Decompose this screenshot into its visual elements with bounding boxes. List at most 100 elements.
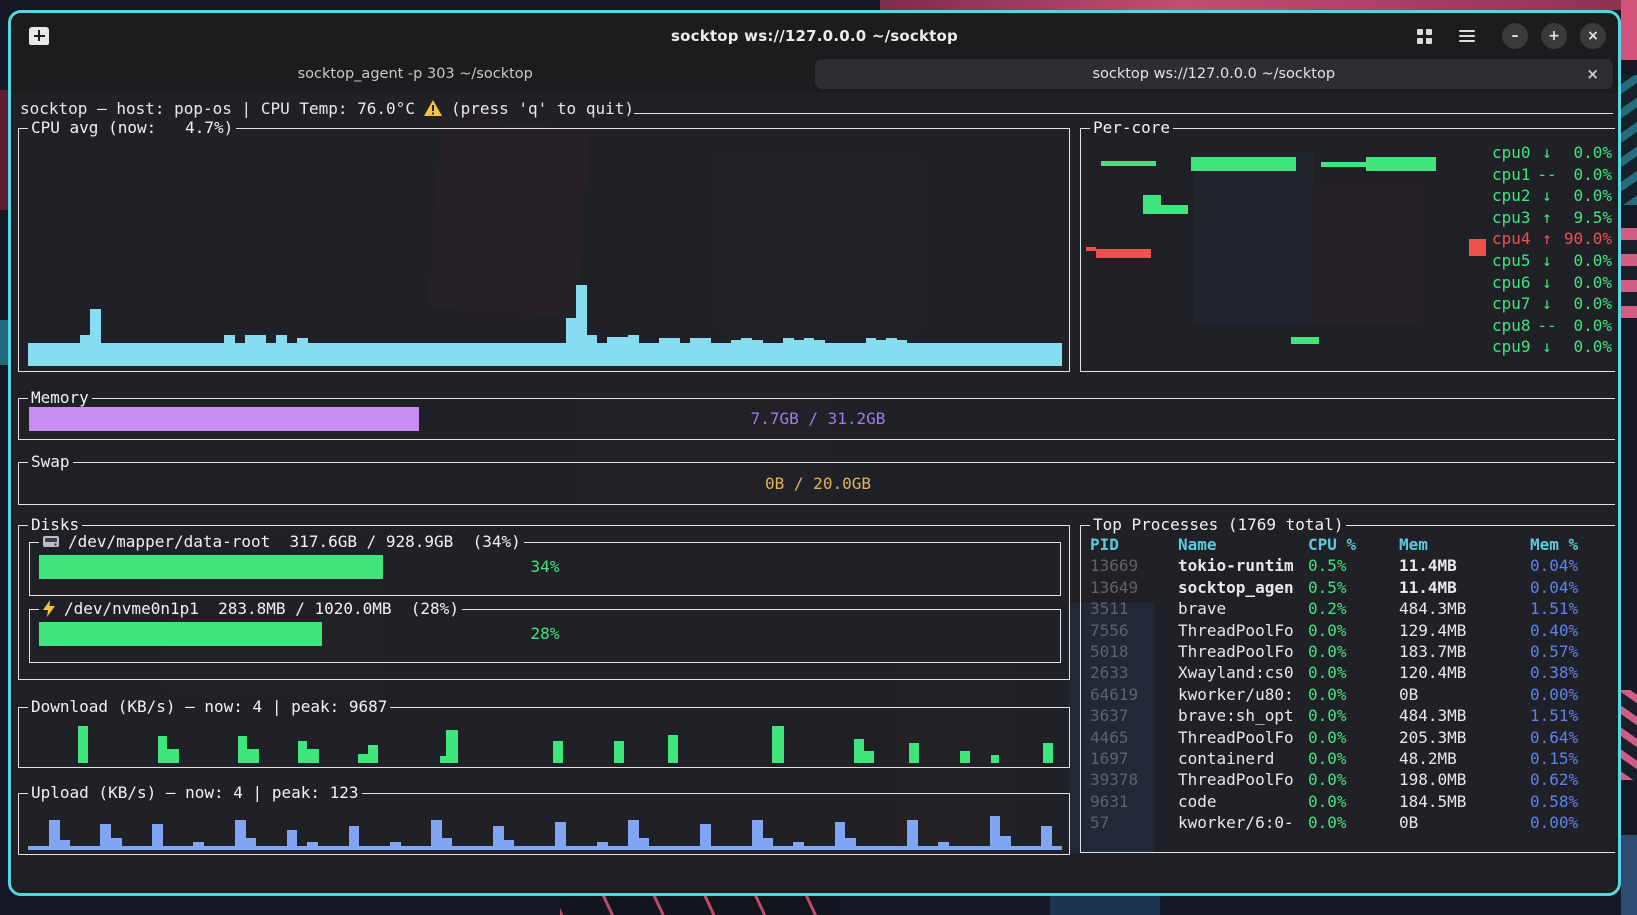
process-row[interactable]: 5018ThreadPoolFo0.0%183.7MB0.57% [1090, 641, 1611, 662]
cpu-history-bar [359, 343, 370, 366]
tab-socktop-agent[interactable]: socktop_agent -p 303 ~/socktop [16, 59, 815, 89]
process-row[interactable]: 9631code0.0%184.5MB0.58% [1090, 791, 1611, 812]
download-bar [960, 751, 970, 763]
wallpaper-shape [0, 90, 8, 210]
upload-bar [866, 846, 877, 850]
core-sparkline-segment [1191, 157, 1296, 171]
column-header[interactable]: Mem % [1530, 534, 1611, 555]
upload-bar [897, 846, 908, 850]
process-name: brave [1178, 598, 1308, 619]
process-pid: 57 [1090, 812, 1178, 833]
upload-bar [648, 846, 659, 850]
process-mem: 48.2MB [1399, 748, 1530, 769]
download-bar [909, 743, 919, 763]
upload-bar [783, 846, 794, 850]
upload-bar [969, 846, 980, 850]
download-bar [167, 749, 179, 763]
process-mem: 11.4MB [1399, 577, 1530, 598]
cpu-history-bar [493, 343, 504, 366]
cpu-history-bar [287, 343, 298, 366]
upload-bar [276, 846, 287, 850]
process-row[interactable]: 13669tokio-runtim0.5%11.4MB0.04% [1090, 555, 1611, 576]
upload-bar [493, 826, 504, 850]
process-mem: 198.0MB [1399, 769, 1530, 790]
upload-bar [628, 820, 639, 850]
core-sparkline-segment [1096, 249, 1151, 258]
disks-title: Disks [28, 515, 82, 534]
hot-core-marker [1469, 239, 1486, 256]
process-row[interactable]: 3511brave0.2%484.3MB1.51% [1090, 598, 1611, 619]
process-pid: 5018 [1090, 641, 1178, 662]
cpu-history-bar [1052, 343, 1063, 366]
process-name: kworker/u80: [1178, 684, 1308, 705]
download-bar [78, 726, 88, 763]
cpu-history-bar [307, 343, 318, 366]
core-row-cpu4: cpu4↑90.0% [1492, 228, 1612, 250]
upload-bar [597, 842, 608, 850]
upload-bar [28, 846, 39, 850]
maximize-button[interactable]: + [1541, 23, 1567, 49]
cpu-history-bar [855, 343, 866, 366]
process-mem-pct: 0.64% [1530, 727, 1611, 748]
cpu-history-bar [245, 335, 256, 366]
cpu-history-bar [979, 343, 990, 366]
process-mem-pct: 0.15% [1530, 748, 1611, 769]
process-mem-pct: 0.04% [1530, 555, 1611, 576]
download-panel: Download (KB/s) — now: 4 | peak: 9687 [18, 707, 1070, 768]
process-row[interactable]: 13649socktop_agen0.5%11.4MB0.04% [1090, 577, 1611, 598]
cpu-history-bar [576, 285, 587, 366]
process-mem-pct: 0.62% [1530, 769, 1611, 790]
tab-socktop-ws[interactable]: socktop ws://127.0.0.0 ~/socktop × [815, 59, 1614, 89]
upload-bar [411, 846, 422, 850]
column-header[interactable]: Mem [1399, 534, 1530, 555]
cpu-history-bar [504, 343, 515, 366]
cpu-history-bar [483, 343, 494, 366]
per-core-title: Per-core [1090, 118, 1173, 137]
process-mem-pct: 0.58% [1530, 791, 1611, 812]
upload-bar [1052, 846, 1063, 850]
process-row[interactable]: 1697containerd0.0%48.2MB0.15% [1090, 748, 1611, 769]
cpu-history-bar [721, 343, 732, 366]
process-row[interactable]: 7556ThreadPoolFo0.0%129.4MB0.40% [1090, 620, 1611, 641]
cpu-history-bar [380, 343, 391, 366]
cpu-history-bar [535, 343, 546, 366]
cpu-history-bar [1031, 343, 1042, 366]
processes-panel: Top Processes (1769 total) PIDNameCPU %M… [1080, 525, 1615, 853]
processes-title: Top Processes (1769 total) [1090, 515, 1346, 534]
core-row-cpu2: cpu2↓0.0% [1492, 185, 1612, 207]
process-name: Xwayland:cs0 [1178, 662, 1308, 683]
host-temp-text: socktop — host: pop-os | CPU Temp: 76.0°… [20, 99, 415, 118]
core-trend-icon: ↑ [1534, 207, 1560, 229]
process-mem: 0B [1399, 684, 1530, 705]
layout-grid-icon[interactable] [1417, 29, 1432, 44]
process-row[interactable]: 3637brave:sh_opt0.0%484.3MB1.51% [1090, 705, 1611, 726]
upload-bar [162, 846, 173, 850]
column-header[interactable]: PID [1090, 534, 1178, 555]
process-row[interactable]: 4465ThreadPoolFo0.0%205.3MB0.64% [1090, 727, 1611, 748]
upload-bar [369, 846, 380, 850]
cpu-history-bar [555, 343, 566, 366]
cpu-history-bar [793, 340, 804, 366]
upload-chart [28, 798, 1060, 850]
download-bar [238, 736, 247, 763]
column-header[interactable]: CPU % [1308, 534, 1399, 555]
minimize-button[interactable]: – [1502, 23, 1528, 49]
process-row[interactable]: 64619kworker/u80:0.0%0B0.00% [1090, 684, 1611, 705]
close-button[interactable]: × [1580, 23, 1606, 49]
cpu-history-bar [545, 343, 556, 366]
core-name: cpu6 [1492, 272, 1534, 294]
upload-bar [710, 846, 721, 850]
cpu-history-bar [297, 338, 308, 366]
cpu-history-bar [845, 343, 856, 366]
column-header[interactable]: Name [1178, 534, 1308, 555]
process-row[interactable]: 39378ThreadPoolFo0.0%198.0MB0.62% [1090, 769, 1611, 790]
cpu-history-bar [1041, 343, 1052, 366]
quit-hint-text: (press 'q' to quit) [451, 99, 634, 118]
cpu-history-bar [928, 343, 939, 366]
process-row[interactable]: 2633Xwayland:cs00.0%120.4MB0.38% [1090, 662, 1611, 683]
cpu-history-bar [814, 340, 825, 366]
menu-icon[interactable] [1459, 30, 1475, 42]
upload-bar [452, 846, 463, 850]
tab-close-icon[interactable]: × [1586, 65, 1599, 83]
process-row[interactable]: 57kworker/6:0-0.0%0B0.00% [1090, 812, 1611, 833]
